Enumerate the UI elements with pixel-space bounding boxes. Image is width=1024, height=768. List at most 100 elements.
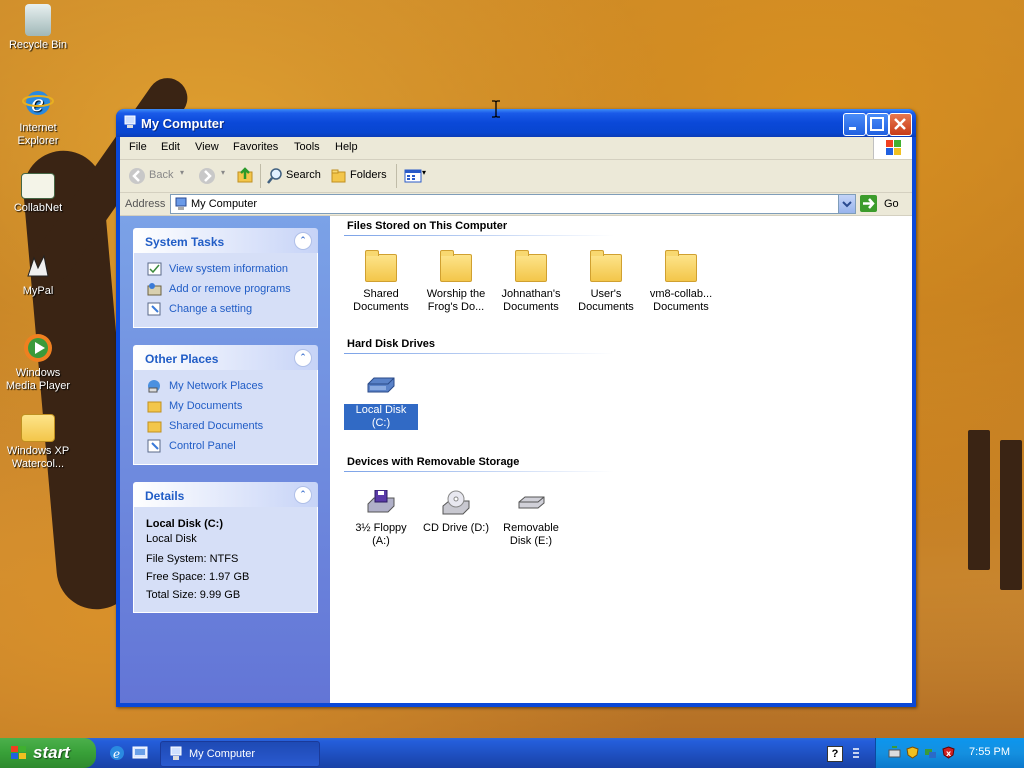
folder-worship-the-frogs[interactable]: Worship the Frog's Do... [419,250,493,314]
place-label: My Network Places [169,380,264,392]
go-button[interactable]: Go [860,195,905,213]
views-icon[interactable] [404,167,422,185]
control-panel-icon [147,302,161,316]
mypal-icon [22,250,54,282]
forward-dropdown-icon[interactable]: ▾ [221,168,225,177]
task-change-setting[interactable]: Change a setting [134,299,317,319]
toolbar-separator [396,164,397,188]
folder-users-documents[interactable]: User's Documents [569,250,643,314]
my-computer-window: My Computer File Edit View Favorites Too… [116,109,916,707]
menu-view[interactable]: View [195,141,219,153]
group-divider [344,353,614,354]
chevron-up-icon[interactable]: ⌃ [294,232,312,250]
menu-tools[interactable]: Tools [294,141,320,153]
close-button[interactable] [889,113,912,136]
search-icon[interactable] [266,167,284,185]
chevron-up-icon[interactable]: ⌃ [294,349,312,367]
search-button[interactable]: Search [286,169,321,181]
task-label: View system information [169,263,289,275]
details-header[interactable]: Details ⌃ [133,482,318,507]
go-label: Go [884,198,899,210]
maximize-button[interactable] [866,113,889,136]
start-button[interactable]: start [0,738,96,768]
folder-johnathans-documents[interactable]: Johnathan's Documents [494,250,568,314]
drive-local-disk-c[interactable]: Local Disk (C:) [343,372,419,431]
add-remove-programs-icon [147,283,162,296]
desktop-icon-label: MyPal [22,285,54,297]
back-button[interactable]: Back [149,169,173,181]
window-titlebar[interactable]: My Computer [116,109,916,137]
svg-text:x: x [946,749,952,758]
place-control-panel[interactable]: Control Panel [134,436,317,456]
system-tray: x 7:55 PM [875,738,1024,768]
drive-floppy-a[interactable]: 3½ Floppy (A:) [344,489,418,548]
back-arrow-icon[interactable] [128,167,146,185]
task-view-system-information[interactable]: View system information [134,259,317,279]
system-tasks-title: System Tasks [145,235,225,249]
toolbar-separator [260,164,261,188]
forward-arrow-icon[interactable] [198,167,216,185]
desktop-icon-media-player[interactable]: Windows Media Player [0,332,76,393]
my-computer-icon [175,197,187,210]
other-places-header[interactable]: Other Places ⌃ [133,345,318,370]
place-my-documents[interactable]: My Documents [134,396,317,416]
menu-help[interactable]: Help [335,141,358,153]
place-my-network-places[interactable]: My Network Places [134,376,317,396]
folders-icon[interactable] [330,167,348,185]
menu-favorites[interactable]: Favorites [233,141,278,153]
fence-post [968,430,990,570]
item-label: vm8-collab... Documents [649,288,713,313]
details-free-space: Free Space: 1.97 GB [146,571,250,583]
control-panel-icon [147,439,161,453]
desktop-icon-collabnet[interactable]: CollabNet [0,169,76,215]
group-title-removable: Devices with Removable Storage [347,456,520,468]
details-body: Local Disk (C:) Local Disk File System: … [133,507,318,613]
taskbar-clock[interactable]: 7:55 PM [969,746,1010,758]
address-dropdown-button[interactable] [838,195,855,213]
details-name: Local Disk (C:) [146,518,224,530]
details-filesystem: File System: NTFS [146,553,239,565]
address-input[interactable]: My Computer [170,194,856,214]
chevron-up-icon[interactable]: ⌃ [294,486,312,504]
place-shared-documents[interactable]: Shared Documents [134,416,317,436]
drive-removable-e[interactable]: Removable Disk (E:) [494,490,568,548]
taskbar-button-my-computer[interactable]: My Computer [160,741,320,767]
internet-explorer-icon[interactable]: e [108,744,126,762]
minimize-button[interactable] [843,113,866,136]
item-label: User's Documents [578,288,634,313]
up-folder-icon[interactable] [236,166,254,184]
desktop-icon-mypal[interactable]: MyPal [0,250,76,298]
chevron-icon[interactable] [850,747,863,760]
safely-remove-hardware-icon[interactable] [888,746,901,759]
folder-shared-documents[interactable]: Shared Documents [344,250,418,314]
folders-button[interactable]: Folders [350,169,387,181]
details-total-size: Total Size: 9.99 GB [146,589,241,601]
show-desktop-icon[interactable] [131,744,149,762]
help-icon[interactable]: ? [827,746,843,762]
taskbar-button-label: My Computer [189,748,256,760]
views-dropdown-icon[interactable]: ▾ [422,168,426,177]
place-label: My Documents [169,400,243,412]
menu-edit[interactable]: Edit [161,141,180,153]
drive-cd-d[interactable]: CD Drive (D:) [419,490,493,535]
fence-post [1000,440,1022,590]
back-dropdown-icon[interactable]: ▾ [180,168,184,177]
folder-vm8-collab-documents[interactable]: vm8-collab... Documents [644,250,718,314]
menu-bar: File Edit View Favorites Tools Help [120,137,912,160]
details-title: Details [145,489,185,503]
desktop-icon-internet-explorer[interactable]: e Internet Explorer [0,87,76,148]
hard-drive-icon [366,372,396,398]
system-tasks-header[interactable]: System Tasks ⌃ [133,228,318,253]
security-alert-icon[interactable]: x [942,746,955,759]
item-label: Johnathan's Documents [501,288,561,313]
task-add-remove-programs[interactable]: Add or remove programs [134,279,317,299]
desktop-icon-watercolor[interactable]: Windows XP Watercol... [0,414,76,471]
security-shield-icon[interactable] [906,746,919,759]
folder-icon [147,401,162,413]
task-pane: System Tasks ⌃ View system information A… [120,216,330,703]
network-icon[interactable] [924,746,937,759]
folder-icon [440,250,472,282]
menu-file[interactable]: File [129,141,147,153]
standard-toolbar: Back ▾ ▾ Search Folders ▾ [120,160,912,193]
desktop-icon-recycle-bin[interactable]: Recycle Bin [0,4,76,52]
